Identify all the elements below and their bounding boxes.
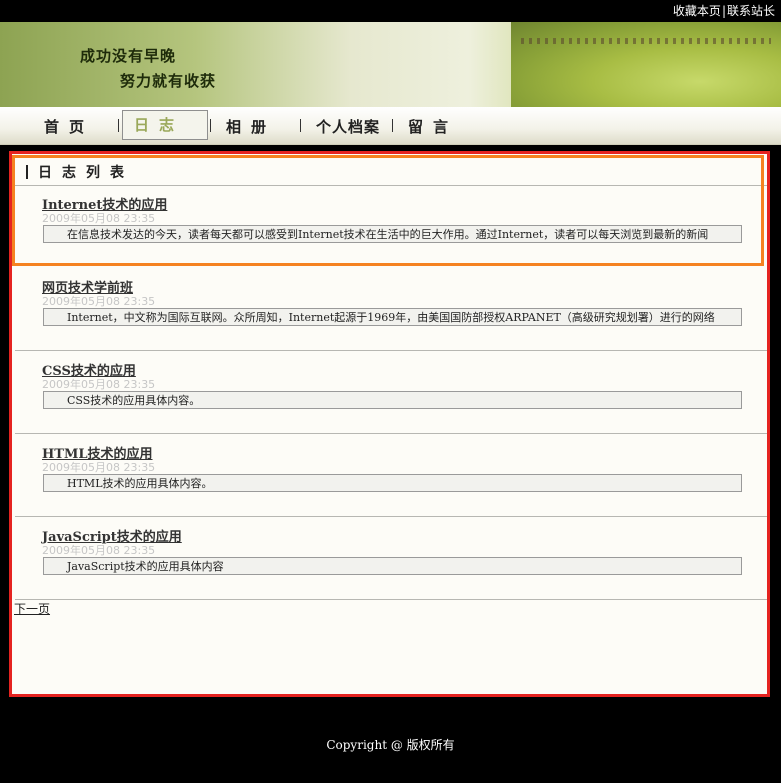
slogan-line-1: 成功没有早晚: [80, 47, 177, 65]
post-date: 2009年05月08 23:35: [42, 461, 156, 474]
post-summary: JavaScript技术的应用具体内容: [43, 557, 742, 575]
post-date: 2009年05月08 23:35: [42, 212, 156, 225]
banner-rail-decoration: [521, 38, 771, 44]
site-header-banner: 成功没有早晚 努力就有收获: [0, 22, 781, 107]
nav-divider: [300, 119, 301, 132]
blog-post: 网页技术学前班 2009年05月08 23:35 Internet，中文称为国际…: [12, 268, 767, 351]
contact-admin-link[interactable]: 联系站长: [727, 4, 775, 18]
divider: [15, 599, 767, 600]
nav-item-guestbook[interactable]: 留言: [408, 116, 458, 137]
post-date: 2009年05月08 23:35: [42, 544, 156, 557]
blog-list-heading: 日志列表: [26, 162, 134, 182]
top-bar-separator: |: [721, 4, 726, 18]
top-bar: 收藏本页|联系站长: [0, 0, 781, 22]
copyright-text: Copyright @ 版权所有: [326, 738, 455, 752]
heading-bar-icon: [26, 165, 28, 179]
main-navigation: 首页 日志 相册 个人档案 留言: [0, 107, 781, 145]
post-date: 2009年05月08 23:35: [42, 378, 156, 391]
post-summary: 在信息技术发达的今天，读者每天都可以感受到Internet技术在生活中的巨大作用…: [43, 225, 742, 243]
post-summary: HTML技术的应用具体内容。: [43, 474, 742, 492]
nav-divider: [392, 119, 393, 132]
next-page-link[interactable]: 下一页: [14, 600, 50, 617]
blog-list-panel: 日志列表 Internet技术的应用 2009年05月08 23:35 在信息技…: [9, 151, 770, 697]
bookmark-link[interactable]: 收藏本页: [673, 4, 721, 18]
nav-item-blog[interactable]: 日志: [122, 110, 208, 140]
banner-landscape-image: [511, 22, 781, 107]
site-footer: Copyright @ 版权所有: [0, 700, 781, 783]
post-summary: CSS技术的应用具体内容。: [43, 391, 742, 409]
nav-item-home[interactable]: 首页: [44, 116, 94, 137]
nav-divider: [118, 119, 119, 132]
blog-post: Internet技术的应用 2009年05月08 23:35 在信息技术发达的今…: [12, 185, 767, 268]
blog-post: CSS技术的应用 2009年05月08 23:35 CSS技术的应用具体内容。: [12, 351, 767, 434]
nav-item-profile[interactable]: 个人档案: [316, 116, 380, 137]
blog-post: JavaScript技术的应用 2009年05月08 23:35 JavaScr…: [12, 517, 767, 600]
post-summary: Internet，中文称为国际互联网。众所周知，Internet起源于1969年…: [43, 308, 742, 326]
blog-list-title: 日志列表: [38, 165, 134, 181]
nav-item-album[interactable]: 相册: [226, 116, 276, 137]
slogan-line-2: 努力就有收获: [120, 72, 217, 90]
blog-post: HTML技术的应用 2009年05月08 23:35 HTML技术的应用具体内容…: [12, 434, 767, 517]
post-date: 2009年05月08 23:35: [42, 295, 156, 308]
nav-divider: [210, 119, 211, 132]
